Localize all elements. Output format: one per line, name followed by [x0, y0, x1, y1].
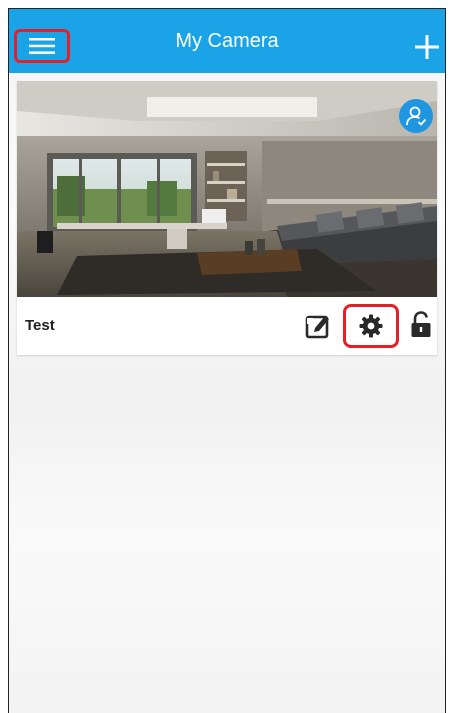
camera-card-footer: Test: [17, 297, 437, 355]
edit-icon: [305, 315, 329, 339]
lock-camera-button[interactable]: [410, 311, 432, 339]
plus-icon: [415, 35, 439, 59]
add-camera-button[interactable]: [413, 33, 441, 61]
top-bar: My Camera: [9, 9, 445, 73]
living-room-image: [17, 81, 437, 297]
edit-camera-button[interactable]: [304, 312, 332, 340]
user-share-icon: [406, 106, 427, 126]
gear-icon: [359, 314, 383, 338]
hamburger-menu-icon: [29, 38, 55, 54]
unlock-icon: [411, 311, 431, 337]
camera-name-label: Test: [25, 317, 55, 334]
app-screen: My Camera Test: [8, 8, 446, 713]
camera-card: Test: [17, 81, 437, 355]
page-title: My Camera: [175, 30, 279, 52]
menu-button[interactable]: [14, 29, 70, 63]
share-camera-button[interactable]: [399, 99, 433, 133]
camera-settings-button[interactable]: [343, 304, 399, 348]
camera-preview[interactable]: [17, 81, 437, 297]
